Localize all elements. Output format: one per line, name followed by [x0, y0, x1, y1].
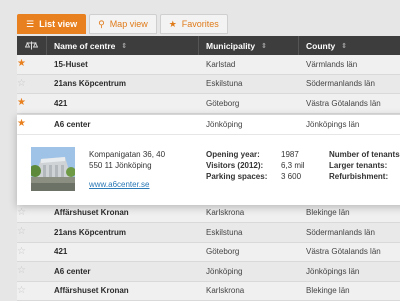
centre-county: Södermanlands län	[299, 79, 400, 88]
centre-name: 421	[47, 247, 199, 256]
fact-label: Parking spaces:	[206, 171, 281, 182]
centre-name: 15-Huset	[47, 60, 199, 69]
centre-municipality: Göteborg	[199, 99, 299, 108]
centre-name: 421	[47, 99, 199, 108]
centre-county: Västra Götalands län	[299, 99, 400, 108]
centre-name: A6 center	[47, 267, 199, 276]
star-icon: ☆	[17, 208, 26, 218]
column-header-name[interactable]: Name of centre ⇕	[47, 36, 199, 55]
centre-county: Västra Götalands län	[299, 247, 400, 256]
centre-municipality: Jönköping	[199, 120, 299, 129]
fact-label: Opening year:	[206, 149, 281, 160]
table-row[interactable]: ★ 421GöteborgVästra Götalands län	[17, 94, 400, 114]
table-body-bottom: ☆Affärshuset KronanKarlskronaBlekinge lä…	[17, 204, 400, 301]
centre-photo	[31, 147, 75, 191]
centre-county: Blekinge län	[299, 286, 400, 295]
star-icon: ☆	[17, 247, 26, 257]
centre-municipality: Jönköping	[199, 267, 299, 276]
centre-address: Kompanigatan 36, 40 550 11 Jönköping www…	[89, 149, 165, 190]
compare-column-header[interactable]	[17, 36, 47, 55]
column-header-label: Municipality	[206, 41, 255, 51]
favorite-toggle[interactable]: ☆	[17, 79, 47, 89]
fact-row: Visitors (2012):6,3 mil	[206, 160, 305, 171]
star-icon: ★	[17, 98, 26, 108]
table-row[interactable]: ☆ A6 centerJönköpingJönköpings län	[17, 262, 400, 282]
tab-label: List view	[39, 19, 77, 29]
table-row-expanded[interactable]: ★ A6 center Jönköping Jönköpings län	[17, 115, 400, 135]
centre-municipality: Karlstad	[199, 60, 299, 69]
fact-label: Larger tenants:	[329, 160, 400, 171]
centre-municipality: Eskilstuna	[199, 228, 299, 237]
star-icon: ★	[17, 119, 26, 129]
table-row[interactable]: ★ 15-HusetKarlstadVärmlands län	[17, 55, 400, 75]
view-tabs: ☰ List view ⚲ Map view ★ Favorites	[17, 14, 228, 34]
centre-county: Jönköpings län	[299, 267, 400, 276]
sort-icon: ⇕	[121, 42, 127, 50]
map-pin-icon: ⚲	[98, 20, 105, 29]
column-header-label: County	[306, 41, 335, 51]
centre-name: 21ans Köpcentrum	[47, 79, 199, 88]
centre-county: Jönköpings län	[299, 120, 400, 129]
centre-municipality: Eskilstuna	[199, 79, 299, 88]
centre-facts-secondary: Number of tenants: Larger tenants: Refur…	[329, 149, 400, 182]
column-header-municipality[interactable]: Municipality ⇕	[199, 36, 299, 55]
star-icon: ★	[17, 59, 26, 69]
centre-county: Värmlands län	[299, 60, 400, 69]
fact-value: 1987	[281, 150, 299, 159]
centre-name: Affärshuset Kronan	[47, 286, 199, 295]
tab-label: Map view	[110, 19, 148, 29]
star-icon: ☆	[17, 286, 26, 296]
star-icon: ☆	[17, 79, 26, 89]
fact-label: Visitors (2012):	[206, 160, 281, 171]
table-body-top: ★ 15-HusetKarlstadVärmlands län ☆ 21ans Köp…	[17, 55, 400, 114]
centre-county: Blekinge län	[299, 208, 400, 217]
centre-facts: Opening year:1987 Visitors (2012):6,3 mi…	[206, 149, 305, 182]
favorite-toggle[interactable]: ★	[17, 98, 47, 108]
table-row[interactable]: ☆ Affärshuset KronanKarlskronaBlekinge lä…	[17, 204, 400, 224]
centre-details: Kompanigatan 36, 40 550 11 Jönköping www…	[17, 139, 400, 205]
tab-favorites[interactable]: ★ Favorites	[160, 14, 228, 34]
favorite-toggle[interactable]: ☆	[17, 247, 47, 257]
scale-icon	[25, 41, 38, 50]
tab-list-view[interactable]: ☰ List view	[17, 14, 86, 34]
favorite-toggle[interactable]: ☆	[17, 286, 47, 296]
favorite-toggle[interactable]: ★	[17, 59, 47, 69]
fact-value: 3 600	[281, 172, 301, 181]
favorite-toggle[interactable]: ★	[17, 119, 47, 129]
tab-label: Favorites	[182, 19, 219, 29]
fact-row: Opening year:1987	[206, 149, 305, 160]
centre-name: A6 center	[47, 120, 199, 129]
favorite-toggle[interactable]: ☆	[17, 208, 47, 218]
address-line-2: 550 11 Jönköping	[89, 160, 165, 171]
sort-icon: ⇕	[341, 42, 347, 50]
star-icon: ☆	[17, 266, 26, 276]
sort-icon: ⇕	[261, 42, 267, 50]
fact-label: Refurbishment:	[329, 171, 400, 182]
favorite-toggle[interactable]: ☆	[17, 266, 47, 276]
fact-label: Number of tenants:	[329, 149, 400, 160]
centre-name: 21ans Köpcentrum	[47, 228, 199, 237]
table-header: Name of centre ⇕ Municipality ⇕ County ⇕	[17, 36, 400, 55]
centre-name: Affärshuset Kronan	[47, 208, 199, 217]
table-row[interactable]: ☆ 21ans KöpcentrumEskilstunaSödermanlands…	[17, 223, 400, 243]
centre-municipality: Göteborg	[199, 247, 299, 256]
favorite-toggle[interactable]: ☆	[17, 227, 47, 237]
centre-website-link[interactable]: www.a6center.se	[89, 179, 165, 190]
table-row[interactable]: ☆ 421GöteborgVästra Götalands län	[17, 243, 400, 263]
star-icon: ☆	[17, 227, 26, 237]
table-row[interactable]: ☆ 21ans KöpcentrumEskilstunaSödermanlands…	[17, 75, 400, 95]
centre-municipality: Karlskrona	[199, 208, 299, 217]
centre-county: Södermanlands län	[299, 228, 400, 237]
column-header-county[interactable]: County ⇕	[299, 36, 400, 55]
column-header-label: Name of centre	[54, 41, 115, 51]
fact-row: Parking spaces:3 600	[206, 171, 305, 182]
fact-value: 6,3 mil	[281, 161, 305, 170]
tab-map-view[interactable]: ⚲ Map view	[89, 14, 157, 34]
centre-municipality: Karlskrona	[199, 286, 299, 295]
table-row[interactable]: ☆ Affärshuset KronanKarlskronaBlekinge lä…	[17, 282, 400, 301]
list-icon: ☰	[26, 20, 34, 29]
star-icon: ★	[169, 20, 177, 29]
expanded-row-card[interactable]: ★ A6 center Jönköping Jönköpings län Kom…	[17, 115, 400, 205]
address-line-1: Kompanigatan 36, 40	[89, 149, 165, 160]
